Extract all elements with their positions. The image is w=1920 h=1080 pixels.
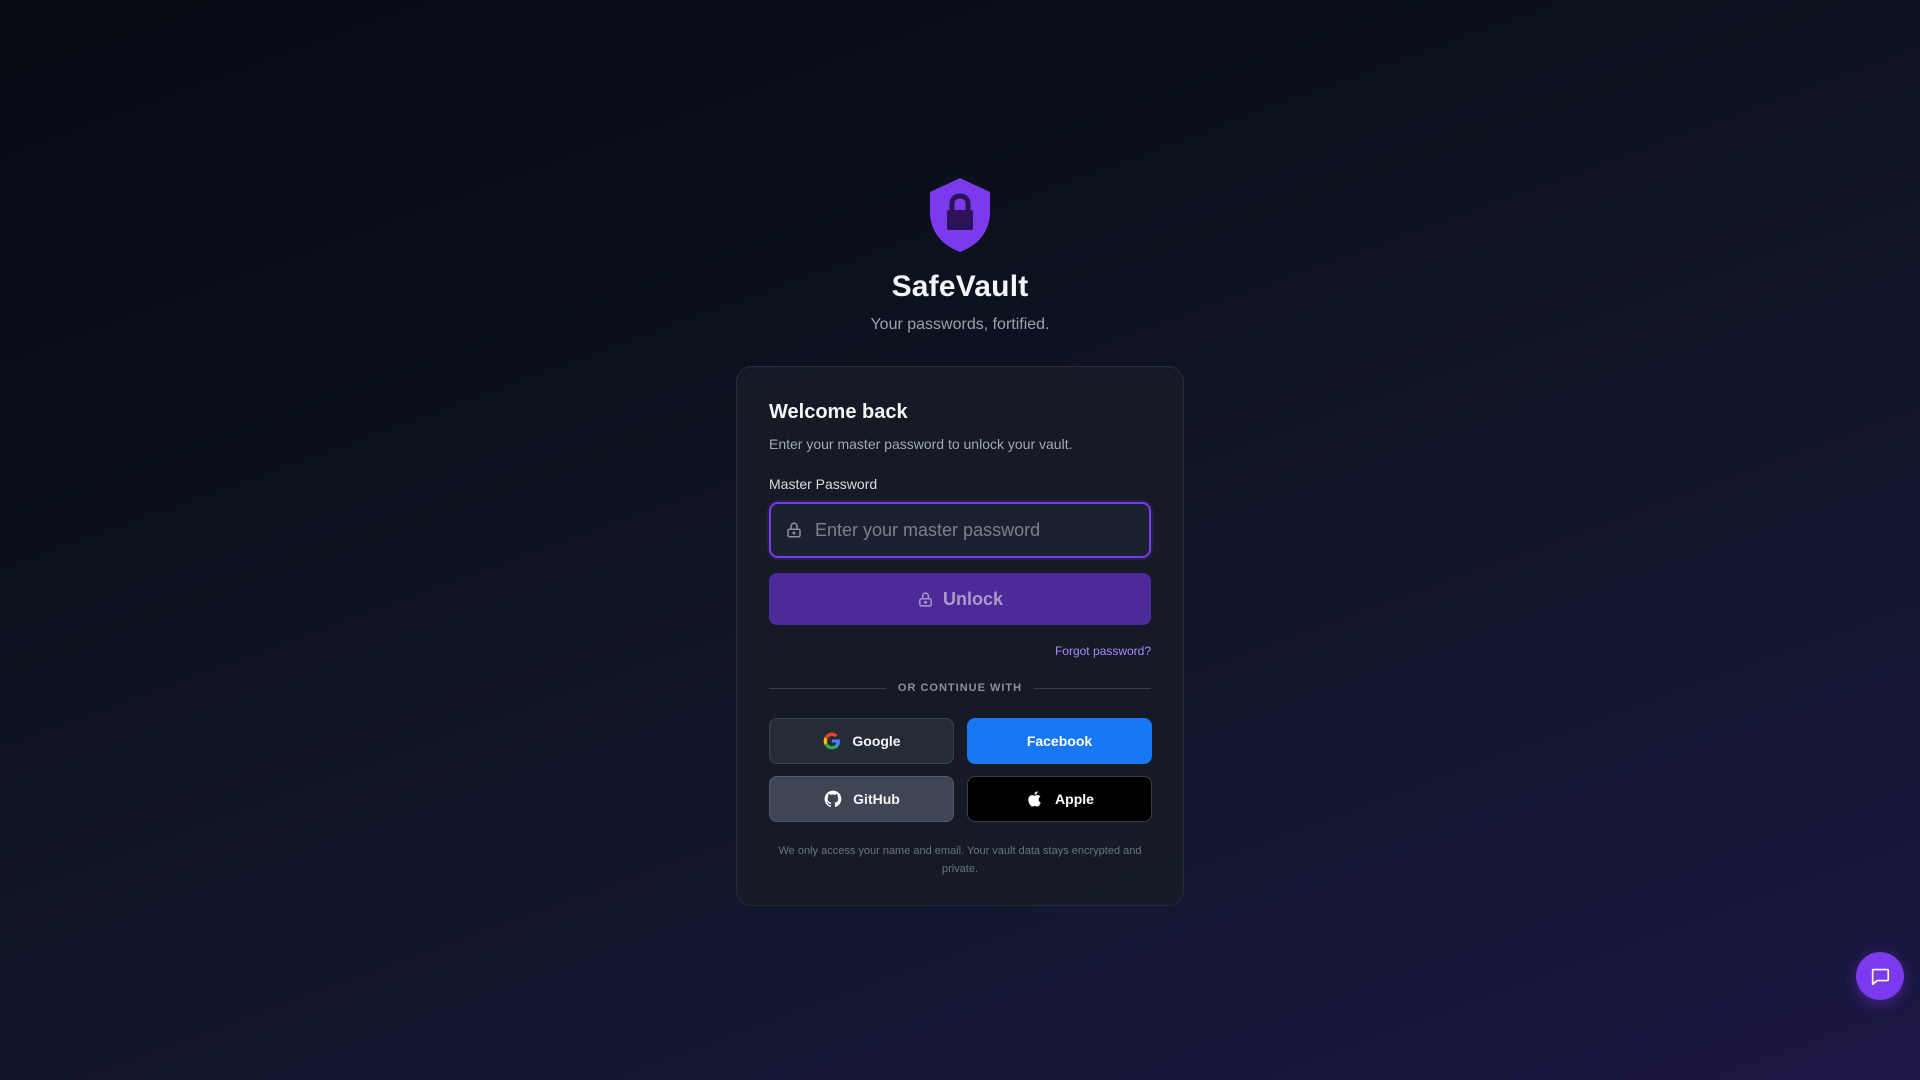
- card-title: Welcome back: [769, 401, 908, 423]
- apple-login-button[interactable]: Apple: [967, 776, 1152, 822]
- chat-bubble-icon: [1871, 968, 1890, 986]
- privacy-note: We only access your name and email. Your…: [778, 845, 1142, 875]
- divider-line-left: [769, 687, 886, 689]
- google-label: Google: [852, 733, 901, 749]
- unlock-button[interactable]: Unlock: [769, 573, 1151, 625]
- divider-label: OR CONTINUE WITH: [897, 682, 1023, 694]
- app-tagline: Your passwords, fortified.: [870, 316, 1050, 333]
- shield-lock-icon: [930, 178, 990, 252]
- github-icon: [824, 790, 842, 807]
- social-login-grid: Google Facebook GitHub Apple: [769, 718, 1152, 822]
- google-login-button[interactable]: Google: [769, 718, 954, 764]
- chat-button[interactable]: [1856, 952, 1904, 1000]
- lock-icon: [787, 522, 801, 538]
- facebook-label: Facebook: [1026, 733, 1093, 749]
- app-title: SafeVault: [891, 270, 1029, 303]
- facebook-login-button[interactable]: Facebook: [967, 718, 1152, 764]
- password-field[interactable]: [769, 502, 1151, 558]
- unlock-label: Unlock: [942, 588, 1003, 609]
- forgot-row: Forgot password?: [769, 642, 1151, 658]
- google-icon: [824, 732, 841, 750]
- github-label: GitHub: [853, 791, 900, 807]
- divider: OR CONTINUE WITH: [769, 682, 1152, 694]
- login-card: Welcome back Enter your master password …: [736, 366, 1184, 906]
- brand-header: SafeVault Your passwords, fortified.: [0, 176, 1920, 334]
- card-subtitle: Enter your master password to unlock you…: [769, 436, 1073, 452]
- divider-line-right: [1034, 687, 1152, 689]
- password-label: Master Password: [769, 476, 878, 492]
- apple-label: Apple: [1055, 791, 1094, 807]
- apple-icon: [1028, 791, 1041, 807]
- password-input[interactable]: [815, 519, 1135, 541]
- forgot-password-link[interactable]: Forgot password?: [1055, 644, 1151, 658]
- unlock-icon: [919, 591, 932, 607]
- github-login-button[interactable]: GitHub: [769, 776, 954, 822]
